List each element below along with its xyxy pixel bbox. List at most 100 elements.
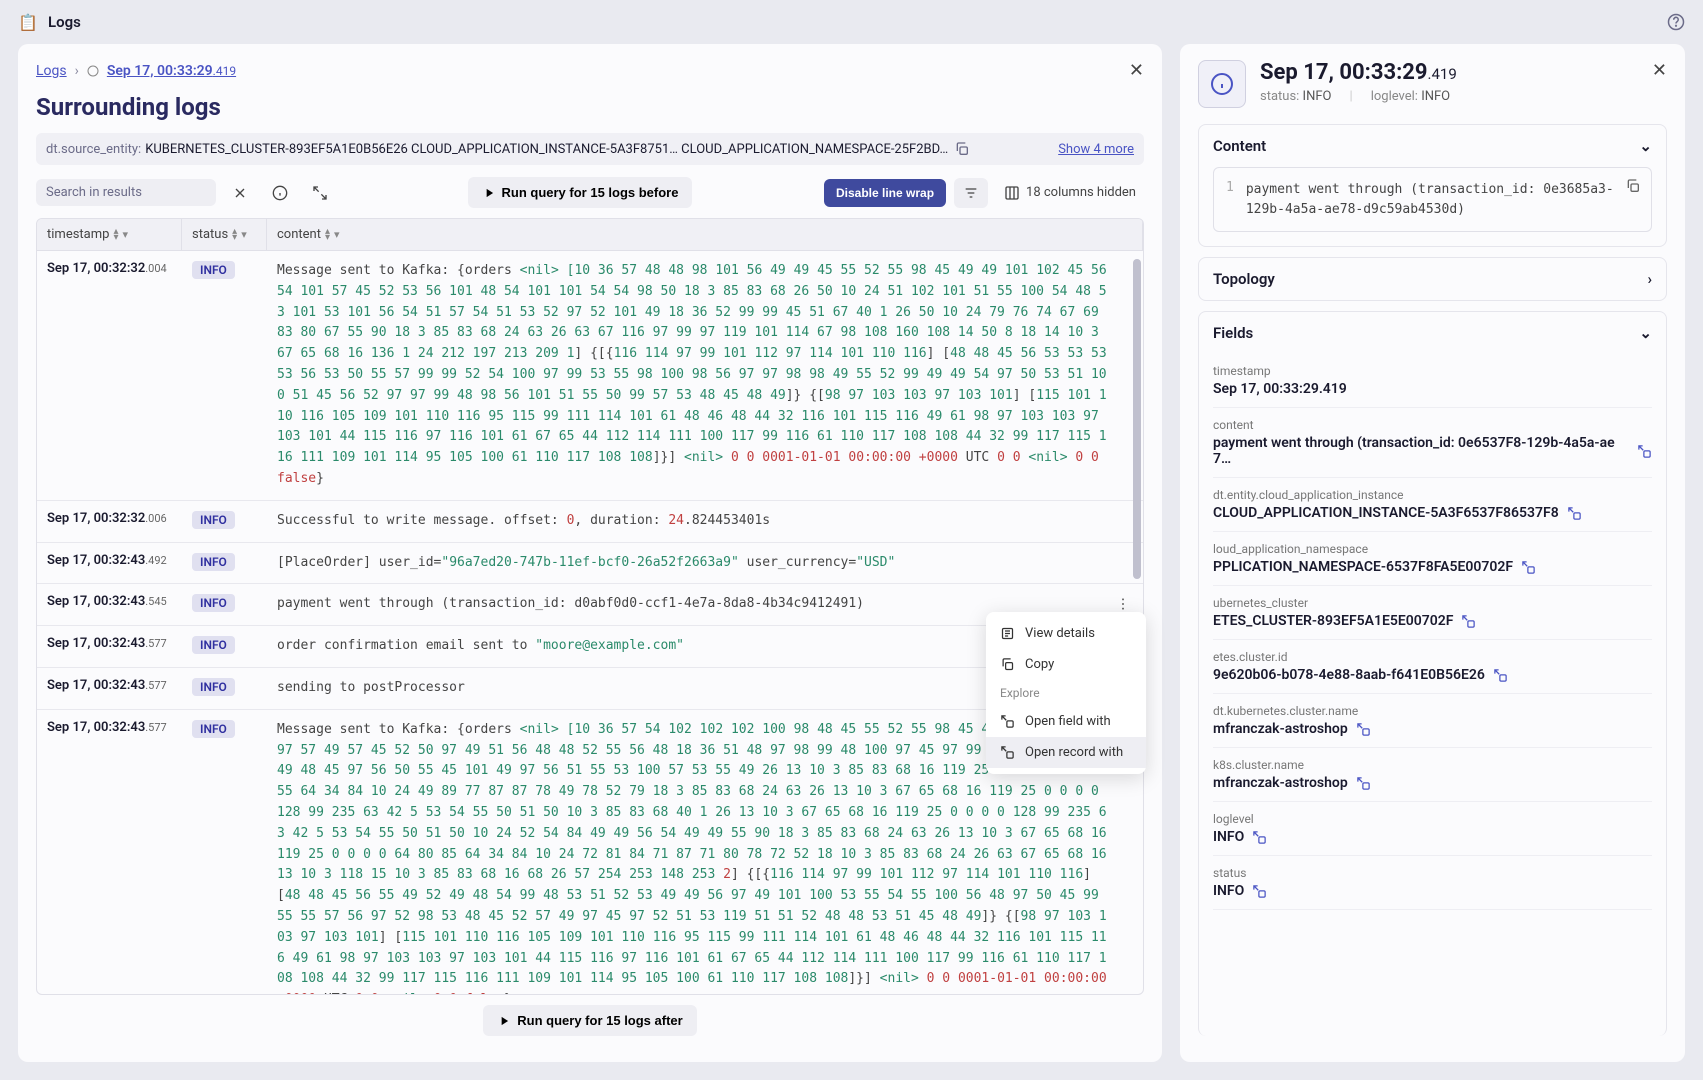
- field-item: k8s.cluster.name mfranczak-astroshop: [1213, 748, 1652, 802]
- source-entity-row: dt.source_entity: KUBERNETES_CLUSTER-893…: [36, 133, 1144, 165]
- field-label: status: [1213, 866, 1652, 880]
- open-with-icon[interactable]: [1521, 560, 1536, 575]
- table-row[interactable]: Sep 17, 00:32:43.577INFOMessage sent to …: [37, 710, 1143, 995]
- toolbar: Search in results Run query for 15 logs …: [36, 177, 1144, 208]
- status-badge: INFO: [192, 261, 235, 279]
- table-row[interactable]: Sep 17, 00:32:43.492INFO[PlaceOrder] use…: [37, 543, 1143, 585]
- status-badge: INFO: [192, 636, 235, 654]
- chevron-down-icon: ▾: [241, 228, 247, 241]
- columns-hidden-button[interactable]: 18 columns hidden: [996, 179, 1144, 207]
- status-badge: INFO: [192, 594, 235, 612]
- topology-section-toggle[interactable]: Topology ›: [1199, 258, 1666, 300]
- chevron-down-icon: ▾: [334, 228, 340, 241]
- info-button[interactable]: [264, 179, 296, 207]
- open-with-icon[interactable]: [1567, 506, 1582, 521]
- menu-open-field[interactable]: Open field with: [986, 706, 1146, 737]
- app-title: Logs: [48, 13, 81, 31]
- field-label: loud_application_namespace: [1213, 542, 1652, 556]
- scrollbar-thumb[interactable]: [1133, 259, 1141, 579]
- menu-open-record[interactable]: Open record with: [986, 737, 1146, 768]
- disable-line-wrap-button[interactable]: Disable line wrap: [824, 179, 946, 207]
- search-input[interactable]: Search in results: [36, 179, 216, 206]
- table-row[interactable]: Sep 17, 00:32:43.577INFOorder confirmati…: [37, 626, 1143, 668]
- close-panel-button[interactable]: ✕: [1129, 60, 1144, 81]
- open-with-icon[interactable]: [1252, 884, 1267, 899]
- menu-explore-header: Explore: [986, 680, 1146, 706]
- cell-timestamp: Sep 17, 00:32:32.006: [37, 507, 182, 536]
- open-with-icon[interactable]: [1356, 776, 1371, 791]
- field-label: dt.kubernetes.cluster.name: [1213, 704, 1652, 718]
- copy-content-button[interactable]: [1625, 178, 1641, 194]
- column-status[interactable]: status ▴▾ ▾: [182, 219, 267, 250]
- field-item: timestamp Sep 17, 00:33:29.419: [1213, 354, 1652, 408]
- cell-timestamp: Sep 17, 00:32:43.545: [37, 590, 182, 619]
- topology-section: Topology ›: [1198, 257, 1667, 301]
- chevron-down-icon: ▾: [122, 228, 128, 241]
- fields-section-toggle[interactable]: Fields ⌄: [1199, 312, 1666, 354]
- source-label: dt.source_entity:: [46, 142, 141, 157]
- field-label: k8s.cluster.name: [1213, 758, 1652, 772]
- cell-status: INFO: [182, 632, 267, 661]
- chevron-down-icon: ⌄: [1639, 137, 1652, 155]
- open-with-icon[interactable]: [1356, 722, 1371, 737]
- content-text: payment went through (transaction_id: 0e…: [1246, 180, 1639, 219]
- field-label: timestamp: [1213, 364, 1652, 378]
- table-row[interactable]: Sep 17, 00:32:32.004INFOMessage sent to …: [37, 251, 1143, 501]
- content-section-toggle[interactable]: Content ⌄: [1199, 125, 1666, 167]
- cell-status: INFO: [182, 549, 267, 578]
- cell-status: INFO: [182, 507, 267, 536]
- field-label: etes.cluster.id: [1213, 650, 1652, 664]
- table-row[interactable]: Sep 17, 00:32:43.545INFOpayment went thr…: [37, 584, 1143, 626]
- clear-search-button[interactable]: [224, 179, 256, 207]
- cell-status: INFO: [182, 674, 267, 703]
- status-badge: INFO: [192, 720, 235, 738]
- chevron-down-icon: ⌄: [1639, 324, 1652, 342]
- menu-copy[interactable]: Copy: [986, 649, 1146, 680]
- field-value: Sep 17, 00:33:29.419: [1213, 381, 1652, 397]
- page-title: Surrounding logs: [36, 93, 1144, 121]
- field-item: contentpayment went through (transaction…: [1213, 408, 1652, 478]
- show-more-link[interactable]: Show 4 more: [1058, 142, 1134, 157]
- field-item: etes.cluster.id9e620b06-b078-4e88-8aab-f…: [1213, 640, 1652, 694]
- run-query-after-button[interactable]: Run query for 15 logs after: [483, 1005, 696, 1036]
- main-panel: Logs › Sep 17, 00:33:29.419 ✕ Surroundin…: [18, 44, 1162, 1062]
- field-label: dt.entity.cloud_application_instance: [1213, 488, 1652, 502]
- breadcrumb-root[interactable]: Logs: [36, 63, 67, 79]
- run-query-before-button[interactable]: Run query for 15 logs before: [468, 177, 693, 208]
- open-with-icon[interactable]: [1252, 830, 1267, 845]
- table-row[interactable]: Sep 17, 00:32:32.006 INFO Successful to wr…: [37, 501, 1143, 543]
- chevron-right-icon: ›: [75, 63, 79, 79]
- copy-icon[interactable]: [954, 141, 970, 157]
- table-row[interactable]: Sep 17, 00:32:43.577INFOsending to postP…: [37, 668, 1143, 710]
- source-value: KUBERNETES_CLUSTER-893EF5A1E0B56E26 CLOU…: [145, 142, 948, 157]
- menu-view-details[interactable]: View details: [986, 618, 1146, 649]
- column-timestamp[interactable]: timestamp ▴▾ ▾: [37, 219, 182, 250]
- expand-button[interactable]: [304, 179, 336, 207]
- breadcrumb-current[interactable]: Sep 17, 00:33:29.419: [107, 63, 236, 79]
- help-icon[interactable]: [1667, 13, 1685, 31]
- status-badge: INFO: [192, 511, 235, 529]
- content-section: Content ⌄ 1 payment went through (transa…: [1198, 124, 1667, 247]
- table-header: timestamp ▴▾ ▾ status ▴▾ ▾ content ▴▾ ▾: [37, 219, 1143, 251]
- field-value: CLOUD_APPLICATION_INSTANCE-5A3F6537F8653…: [1213, 505, 1652, 521]
- sort-icon: ▴▾: [325, 229, 330, 241]
- detail-meta: status: INFO | loglevel: INFO: [1260, 89, 1638, 104]
- filter-button[interactable]: [954, 178, 988, 208]
- fields-section: Fields ⌄ timestamp Sep 17, 00:33:29.419 co…: [1198, 311, 1667, 1036]
- open-with-icon[interactable]: [1493, 668, 1508, 683]
- status-badge: INFO: [192, 553, 235, 571]
- open-with-icon[interactable]: [1637, 444, 1652, 459]
- row-context-menu: View details Copy Explore Open field wit…: [986, 612, 1146, 774]
- close-detail-button[interactable]: ✕: [1652, 60, 1667, 81]
- field-value: mfranczak-astroshop: [1213, 721, 1652, 737]
- field-item: loglevelINFO: [1213, 802, 1652, 856]
- field-label: ubernetes_cluster: [1213, 596, 1652, 610]
- cell-timestamp: Sep 17, 00:32:43.577: [37, 674, 182, 703]
- column-content[interactable]: content ▴▾ ▾: [267, 219, 1143, 250]
- open-with-icon[interactable]: [1461, 614, 1476, 629]
- status-badge: INFO: [192, 678, 235, 696]
- field-value: mfranczak-astroshop: [1213, 775, 1652, 791]
- cell-content: Successful to write message. offset: 0, …: [267, 507, 1143, 536]
- app-icon: 📋: [18, 12, 38, 32]
- log-table: timestamp ▴▾ ▾ status ▴▾ ▾ content ▴▾ ▾ …: [36, 218, 1144, 995]
